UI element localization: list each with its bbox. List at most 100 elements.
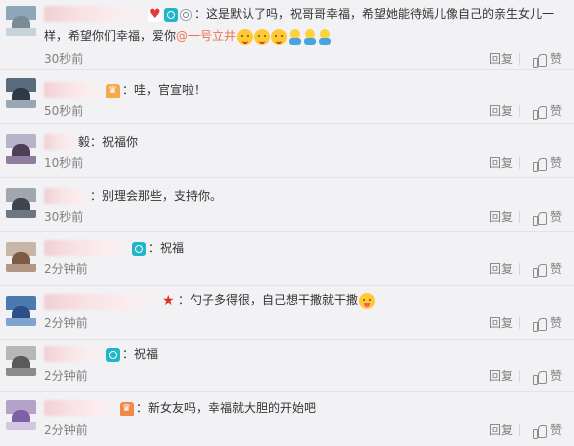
comment-text: 毅：祝福你 (78, 132, 138, 152)
avatar[interactable] (6, 78, 36, 108)
comment-text-line1: ：这是默认了吗，祝哥哥幸福，希望她能待嫣儿像自己的亲生女儿一 (194, 7, 555, 21)
like-button[interactable]: 赞 (533, 261, 563, 278)
camera-icon (164, 7, 178, 22)
comment-item: ：新女友吗，幸福就大胆的开始吧 2分钟前 回复 赞 (0, 392, 574, 446)
comment-item: ：祝福 2分钟前 回复 赞 (0, 340, 574, 392)
thumbs-up-icon (533, 105, 547, 120)
comment-text-line1: 毅：祝福你 (78, 135, 139, 149)
tongue-emoji (359, 292, 376, 309)
camera-icon (132, 241, 146, 256)
divider (519, 105, 520, 117)
thumbs-up-icon (533, 157, 547, 172)
like-button[interactable]: 赞 (533, 422, 562, 439)
divider (519, 53, 520, 65)
comment-text: ：这是默认了吗，祝哥哥幸福，希望她能待嫣儿像自己的亲生女儿一 (148, 4, 554, 24)
comment-text: ：勺子多得很，自己想干撒就干撒 (162, 290, 376, 310)
comment-list: ：这是默认了吗，祝哥哥幸福，希望她能待嫣儿像自己的亲生女儿一 样，希望你们幸福，… (0, 0, 574, 446)
comment-item: ：祝福 2分钟前 回复 赞 (0, 232, 574, 286)
comment-text: ：祝福 (132, 238, 184, 258)
like-label: 赞 (550, 104, 563, 118)
divider (519, 157, 520, 169)
timestamp: 2分钟前 (44, 262, 88, 276)
like-label: 赞 (550, 262, 563, 276)
thumbs-up-icon (533, 370, 547, 385)
heart-icon (148, 7, 162, 22)
username-blurred[interactable] (44, 188, 92, 204)
like-button[interactable]: 赞 (533, 103, 563, 120)
username-blurred[interactable] (44, 6, 148, 22)
timestamp: 10秒前 (44, 156, 84, 170)
username-blurred[interactable] (44, 346, 106, 362)
comment-text: ：别理会那些，支持你。 (90, 186, 222, 206)
reply-button[interactable]: 回复 (489, 51, 513, 67)
avatar[interactable] (6, 242, 36, 272)
divider (519, 317, 520, 329)
like-button[interactable]: 赞 (533, 155, 563, 172)
doll-emoji (303, 28, 317, 45)
doll-emoji (288, 28, 302, 45)
comment-text: ：祝福 (106, 344, 158, 364)
avatar[interactable] (6, 6, 36, 36)
like-button[interactable]: 赞 (533, 315, 563, 332)
like-button[interactable]: 赞 (533, 209, 563, 226)
camera-icon (106, 347, 120, 362)
like-label: 赞 (550, 316, 563, 330)
timestamp: 2分钟前 (44, 369, 88, 383)
timestamp: 30秒前 (44, 210, 84, 224)
comment-item: ：别理会那些，支持你。 30秒前 回复 赞 (0, 178, 574, 232)
comment-text-line1: ：勺子多得很，自己想干撒就干撒 (178, 293, 359, 307)
like-label: 赞 (550, 156, 563, 170)
timestamp: 50秒前 (44, 104, 84, 118)
timestamp: 2分钟前 (44, 423, 88, 437)
comment-text-line1: ：别理会那些，支持你。 (90, 189, 223, 203)
doll-emoji (318, 28, 332, 45)
crown-icon (106, 83, 120, 98)
comment-text-line1: ：哇，官宣啦！ (122, 83, 207, 97)
reply-button[interactable]: 回复 (489, 261, 513, 277)
like-label: 赞 (550, 210, 563, 224)
timestamp: 2分钟前 (44, 316, 88, 330)
pizza-icon (120, 401, 134, 416)
comment-text: ：新女友吗，幸福就大胆的开始吧 (120, 398, 316, 418)
grin-emoji (254, 28, 271, 45)
username-blurred[interactable] (44, 134, 80, 150)
comment-text: ：哇，官宣啦！ (106, 80, 206, 100)
grin-emoji (271, 28, 288, 45)
reply-button[interactable]: 回复 (489, 368, 513, 384)
ring-icon (180, 8, 192, 21)
like-button[interactable]: 赞 (533, 368, 562, 385)
reply-button[interactable]: 回复 (489, 209, 513, 225)
mention-link[interactable]: @一号立井 (176, 29, 236, 43)
comment-item: 毅：祝福你 10秒前 回复 赞 (0, 124, 574, 178)
username-blurred[interactable] (44, 400, 120, 416)
avatar[interactable] (6, 400, 36, 430)
comment-item: ：这是默认了吗，祝哥哥幸福，希望她能待嫣儿像自己的亲生女儿一 样，希望你们幸福，… (0, 0, 574, 70)
reply-button[interactable]: 回复 (489, 103, 513, 119)
avatar[interactable] (6, 346, 36, 376)
reply-button[interactable]: 回复 (489, 315, 513, 331)
divider (519, 424, 520, 436)
comment-text-line1: ：祝福 (122, 347, 159, 361)
avatar[interactable] (6, 188, 36, 218)
star-icon (162, 294, 176, 308)
like-button[interactable]: 赞 (533, 51, 562, 68)
avatar[interactable] (6, 134, 36, 164)
avatar[interactable] (6, 296, 36, 326)
thumbs-up-icon (533, 424, 547, 439)
thumbs-up-icon (533, 317, 547, 332)
reply-button[interactable]: 回复 (489, 422, 513, 438)
divider (519, 370, 520, 382)
reply-button[interactable]: 回复 (489, 155, 513, 171)
username-blurred[interactable] (44, 294, 162, 310)
comment-text-line2: 样，希望你们幸福，爱你 (44, 29, 177, 43)
thumbs-up-icon (533, 211, 547, 226)
comment-text-line1: ：祝福 (148, 241, 185, 255)
username-blurred[interactable] (44, 82, 106, 98)
timestamp: 30秒前 (44, 52, 84, 66)
divider (519, 263, 520, 275)
divider (519, 211, 520, 223)
comment-text-line1: ：新女友吗，幸福就大胆的开始吧 (136, 401, 317, 415)
username-blurred[interactable] (44, 240, 132, 256)
comment-text-cont: 样，希望你们幸福，爱你@一号立井 (44, 26, 332, 46)
thumbs-up-icon (533, 53, 547, 68)
